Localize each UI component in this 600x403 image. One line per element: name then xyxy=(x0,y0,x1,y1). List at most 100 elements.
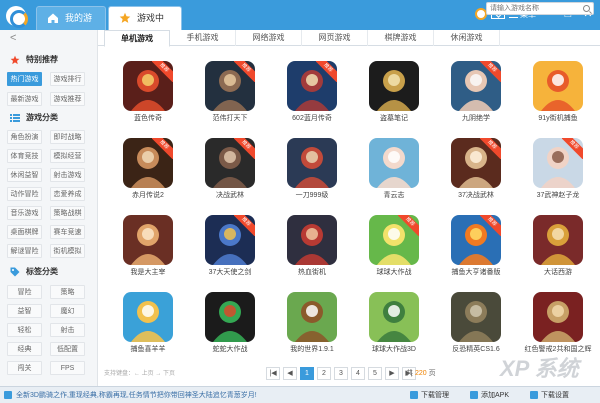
game-name[interactable]: 37武神赵子龙 xyxy=(518,190,598,200)
game-item[interactable]: 球球大作战3D xyxy=(354,281,438,355)
game-item[interactable]: 推荐 范伟打天下 xyxy=(190,50,274,124)
game-item[interactable]: 热血街机 xyxy=(272,204,356,278)
tab-online[interactable]: 网络游戏 xyxy=(236,30,302,46)
sidebar-item[interactable]: 游戏排行 xyxy=(50,72,85,86)
page-button[interactable]: 3 xyxy=(334,367,348,380)
game-item[interactable]: 红色警戒2共和国之辉 xyxy=(518,281,600,355)
sidebar-item[interactable]: 经典 xyxy=(7,342,42,356)
game-item[interactable]: 捕鱼喜羊羊 xyxy=(108,281,192,355)
game-item[interactable]: 我是大主宰 xyxy=(108,204,192,278)
sidebar-item[interactable]: 最新游戏 xyxy=(7,92,42,106)
game-name[interactable]: 决战武林 xyxy=(190,190,270,200)
game-item[interactable]: 91y街机捕鱼 xyxy=(518,50,600,124)
tab-single-player[interactable]: 单机游戏 xyxy=(104,30,170,47)
sidebar-item[interactable]: 模拟经营 xyxy=(50,149,85,163)
game-item[interactable]: 推荐 球球大作战 xyxy=(354,204,438,278)
game-name[interactable]: 热血街机 xyxy=(272,267,352,277)
game-item[interactable]: 盗墓笔记 xyxy=(354,50,438,124)
game-name[interactable]: 一刀999级 xyxy=(272,190,352,200)
game-cover-icon[interactable] xyxy=(287,138,337,188)
game-name[interactable]: 范伟打天下 xyxy=(190,113,270,123)
game-name[interactable]: 大话西游 xyxy=(518,267,598,277)
game-cover-icon[interactable] xyxy=(205,292,255,342)
sidebar-item[interactable]: 射击 xyxy=(50,323,85,337)
sidebar-item[interactable]: 冒险 xyxy=(7,285,42,299)
sidebar-item[interactable]: 角色扮演 xyxy=(7,130,42,144)
sidebar-item[interactable]: FPS xyxy=(50,361,85,375)
game-cover-icon[interactable] xyxy=(123,292,173,342)
game-cover-icon[interactable] xyxy=(533,61,583,111)
page-button[interactable]: 4 xyxy=(351,367,365,380)
game-cover-icon[interactable] xyxy=(451,292,501,342)
game-name[interactable]: 盗墓笔记 xyxy=(354,113,434,123)
game-name[interactable]: 我的世界1.9.1 xyxy=(272,344,352,354)
game-item[interactable]: 蛇蛇大作战 xyxy=(190,281,274,355)
tab-web[interactable]: 网页游戏 xyxy=(302,30,368,46)
game-cover-icon[interactable] xyxy=(533,292,583,342)
page-nav-button[interactable]: ▶ xyxy=(385,367,399,380)
sidebar-item[interactable]: 射击游戏 xyxy=(50,168,85,182)
game-item[interactable]: 推荐 赤月传说2 xyxy=(108,127,192,201)
sidebar-item[interactable]: 游戏推荐 xyxy=(50,92,85,106)
game-item[interactable]: 推荐 捕鱼大亨诸番版 xyxy=(436,204,520,278)
sidebar-item[interactable]: 热门游戏 xyxy=(7,72,42,86)
search-input[interactable] xyxy=(490,3,576,14)
game-cover-icon[interactable] xyxy=(287,215,337,265)
game-name[interactable]: 37决战武林 xyxy=(436,190,516,200)
game-name[interactable]: 球球大作战3D xyxy=(354,344,434,354)
sidebar-item[interactable]: 动作冒险 xyxy=(7,187,42,201)
game-name[interactable]: 蓝色传奇 xyxy=(108,113,188,123)
game-cover-icon[interactable] xyxy=(369,292,419,342)
game-item[interactable]: 推荐 37大天使之剑 xyxy=(190,204,274,278)
page-nav-button[interactable]: |◀ xyxy=(266,367,280,380)
game-cover-icon[interactable] xyxy=(369,138,419,188)
sidebar-item[interactable]: 体育竞技 xyxy=(7,149,42,163)
sidebar-item[interactable]: 桌面棋牌 xyxy=(7,225,42,239)
game-cover-icon[interactable] xyxy=(123,215,173,265)
game-item[interactable]: 一刀999级 xyxy=(272,127,356,201)
game-name[interactable]: 我是大主宰 xyxy=(108,267,188,277)
game-name[interactable]: 91y街机捕鱼 xyxy=(518,113,598,123)
sidebar-item[interactable]: 策略 xyxy=(50,285,85,299)
sidebar-item[interactable]: 即时战略 xyxy=(50,130,85,144)
tab-my-games[interactable]: 我的游戏 xyxy=(36,6,106,45)
game-item[interactable]: 推荐 37决战武林 xyxy=(436,127,520,201)
sidebar-item[interactable]: 低配置 xyxy=(50,342,85,356)
search-icon[interactable] xyxy=(583,5,590,12)
sidebar-item[interactable]: 解谜冒险 xyxy=(7,244,42,258)
tab-board[interactable]: 棋牌游戏 xyxy=(368,30,434,46)
game-item[interactable]: 推荐 蓝色传奇 xyxy=(108,50,192,124)
status-message[interactable]: 全新3D鹏骑之作,重现经典,称霸再现,任务情节把你带回神圣大陆追忆青葱岁月! xyxy=(16,390,257,400)
download-manager-button[interactable]: 下载管理 xyxy=(410,390,449,400)
sidebar-item[interactable]: 魔幻 xyxy=(50,304,85,318)
tab-casual[interactable]: 休闲游戏 xyxy=(434,30,500,46)
game-name[interactable]: 青云志 xyxy=(354,190,434,200)
add-apk-button[interactable]: 添加APK xyxy=(470,390,509,400)
game-item[interactable]: 青云志 xyxy=(354,127,438,201)
game-cover-icon[interactable] xyxy=(533,215,583,265)
page-button[interactable]: 1 xyxy=(300,367,314,380)
sidebar-item[interactable]: 音乐游戏 xyxy=(7,206,42,220)
back-button[interactable]: < xyxy=(10,32,16,44)
sidebar-item[interactable]: 益智 xyxy=(7,304,42,318)
sidebar-item[interactable]: 赛车竞速 xyxy=(50,225,85,239)
game-item[interactable]: 反恐精英CS1.6 xyxy=(436,281,520,355)
sidebar-item[interactable]: 策略战棋 xyxy=(50,206,85,220)
game-item[interactable]: 我的世界1.9.1 xyxy=(272,281,356,355)
game-cover-icon[interactable] xyxy=(287,292,337,342)
sidebar-item[interactable]: 恋爱养成 xyxy=(50,187,85,201)
game-name[interactable]: 九阴绝学 xyxy=(436,113,516,123)
game-item[interactable]: 推荐 决战武林 xyxy=(190,127,274,201)
sidebar-item[interactable]: 轻松 xyxy=(7,323,42,337)
page-nav-button[interactable]: ◀ xyxy=(283,367,297,380)
tab-game-center[interactable]: 游戏中心 xyxy=(108,6,182,45)
game-item[interactable]: 大话西游 xyxy=(518,204,600,278)
game-name[interactable]: 球球大作战 xyxy=(354,267,434,277)
page-button[interactable]: 5 xyxy=(368,367,382,380)
tab-mobile[interactable]: 手机游戏 xyxy=(170,30,236,46)
download-settings-button[interactable]: 下载设置 xyxy=(530,390,569,400)
game-name[interactable]: 37大天使之剑 xyxy=(190,267,270,277)
game-name[interactable]: 捕鱼大亨诸番版 xyxy=(436,267,516,277)
sidebar-item[interactable]: 闯关 xyxy=(7,361,42,375)
game-name[interactable]: 蛇蛇大作战 xyxy=(190,344,270,354)
